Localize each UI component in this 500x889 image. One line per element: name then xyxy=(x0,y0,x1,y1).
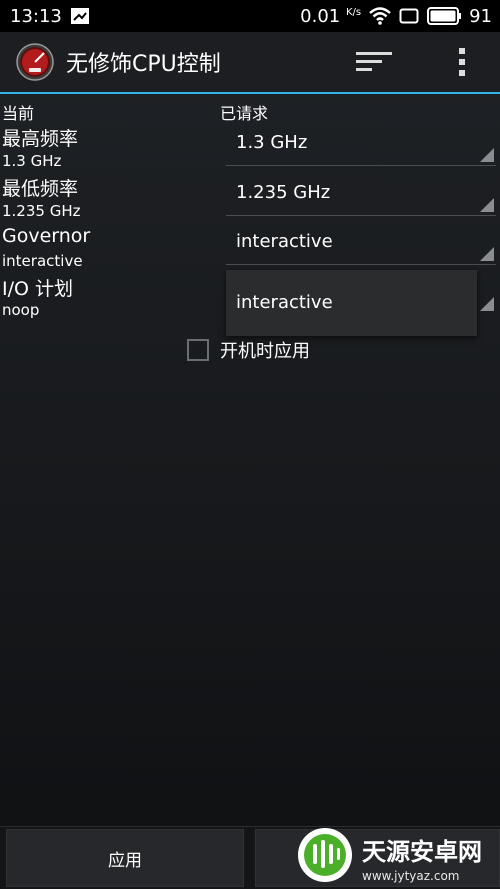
io-scheduler-dropdown[interactable]: interactive xyxy=(226,270,477,336)
status-bar: 13:13 0.01 K/s 91 xyxy=(0,0,500,32)
governor-label: Governor xyxy=(2,225,91,247)
sort-icon xyxy=(356,50,392,74)
watermark: 天源安卓网 www.jytyaz.com xyxy=(296,825,500,889)
battery-icon xyxy=(427,7,462,25)
min-frequency-label: 最低频率 xyxy=(2,178,79,200)
io-scheduler-label: I/O 计划 xyxy=(2,278,73,300)
min-frequency-current: 1.235 GHz xyxy=(2,202,81,220)
status-time: 13:13 xyxy=(10,5,62,27)
wifi-icon xyxy=(369,7,391,25)
governor-spinner[interactable]: interactive xyxy=(226,221,496,265)
governor-current: interactive xyxy=(2,252,83,270)
io-scheduler-current: noop xyxy=(2,301,40,319)
requested-header: 已请求 xyxy=(220,104,269,123)
overflow-menu-icon xyxy=(458,47,466,77)
spinner-arrow-icon xyxy=(480,198,494,212)
apply-button-label: 应用 xyxy=(108,850,142,871)
min-frequency-spinner[interactable]: 1.235 GHz xyxy=(226,172,496,216)
watermark-logo-icon xyxy=(296,826,354,888)
battery-level: 91 xyxy=(469,5,492,27)
notification-icon xyxy=(70,7,90,25)
max-frequency-label: 最高频率 xyxy=(2,128,79,150)
apply-on-boot-label: 开机时应用 xyxy=(220,341,310,362)
current-header: 当前 xyxy=(2,104,35,123)
speedometer-icon xyxy=(16,43,54,81)
network-speed: 0.01 K/s xyxy=(300,5,362,27)
max-frequency-current: 1.3 GHz xyxy=(2,152,62,170)
apply-on-boot-row[interactable]: 开机时应用 xyxy=(187,337,310,363)
app-title: 无修饰CPU控制 xyxy=(66,52,221,77)
apply-button[interactable]: 应用 xyxy=(6,829,244,887)
spinner-arrow-icon xyxy=(480,247,494,261)
spinner-arrow-icon xyxy=(480,297,494,311)
watermark-url: www.jytyaz.com xyxy=(362,868,460,883)
action-bar: 无修饰CPU控制 xyxy=(0,32,500,94)
overflow-menu-button[interactable] xyxy=(434,34,490,90)
max-frequency-spinner[interactable]: 1.3 GHz xyxy=(226,122,496,166)
watermark-title: 天源安卓网 xyxy=(362,837,482,866)
min-frequency-selected: 1.235 GHz xyxy=(236,182,331,203)
max-frequency-selected: 1.3 GHz xyxy=(236,132,308,153)
io-scheduler-option[interactable]: interactive xyxy=(236,292,333,313)
governor-selected: interactive xyxy=(236,231,333,252)
apply-on-boot-checkbox[interactable] xyxy=(187,339,209,361)
sort-button[interactable] xyxy=(346,34,402,90)
screen-icon xyxy=(399,8,419,24)
spinner-arrow-icon xyxy=(480,148,494,162)
